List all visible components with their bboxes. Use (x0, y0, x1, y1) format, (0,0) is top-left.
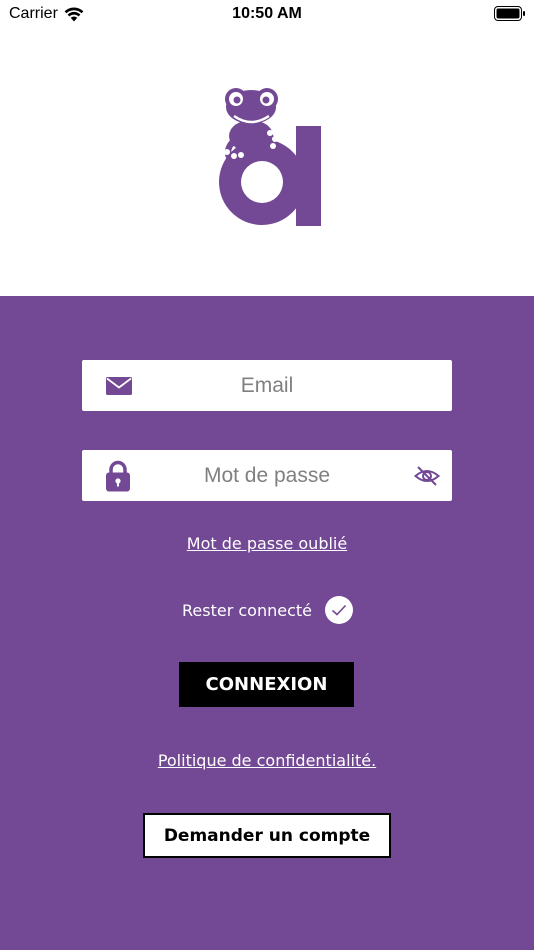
login-button[interactable]: CONNEXION (179, 662, 354, 707)
frog-letter-a-logo (219, 88, 321, 226)
eye-slash-icon[interactable] (414, 465, 440, 487)
envelope-icon (106, 376, 132, 395)
battery-icon (494, 6, 526, 26)
request-account-button[interactable]: Demander un compte (143, 813, 391, 858)
privacy-policy-link[interactable]: Politique de confidentialité. (0, 751, 534, 770)
forgot-password-link[interactable]: Mot de passe oublié (0, 534, 534, 553)
email-field[interactable] (82, 360, 452, 411)
password-field[interactable] (82, 450, 452, 501)
password-input[interactable] (82, 450, 452, 501)
remember-me-checkbox[interactable] (324, 596, 353, 624)
status-bar: Carrier 10:50 AM (0, 0, 534, 28)
checkmark-icon (331, 604, 347, 616)
remember-me-row: Rester connecté (182, 596, 353, 624)
logo-area (0, 28, 534, 296)
lock-icon (106, 460, 130, 491)
remember-me-label: Rester connecté (182, 600, 312, 620)
email-input[interactable] (82, 360, 452, 411)
status-time: 10:50 AM (232, 5, 302, 22)
